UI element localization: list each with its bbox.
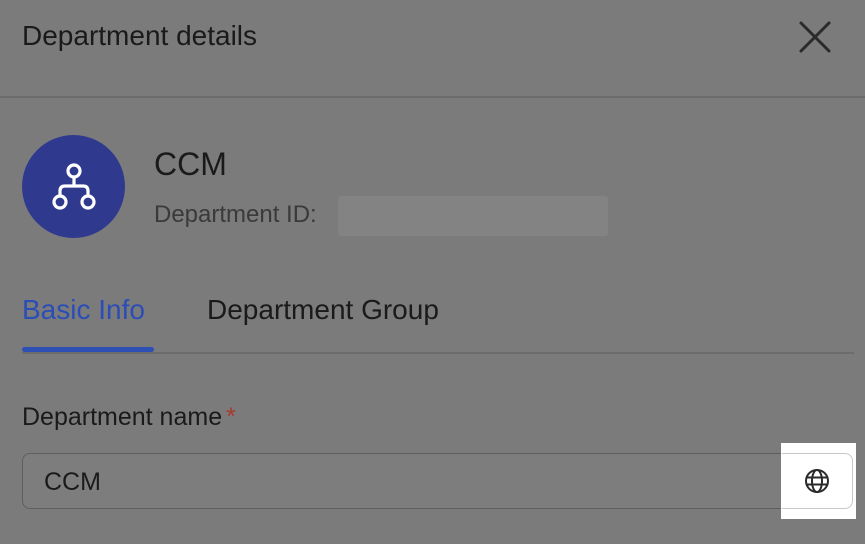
- department-name-label: Department name *: [22, 403, 236, 432]
- dialog-title: Department details: [22, 20, 258, 51]
- tab-basic-info[interactable]: Basic Info: [22, 294, 145, 326]
- language-button[interactable]: [782, 453, 853, 509]
- close-icon[interactable]: [796, 18, 834, 56]
- department-name-input-value[interactable]: CCM: [44, 468, 101, 497]
- close-button[interactable]: [796, 18, 834, 56]
- department-id-value-redacted: [338, 196, 608, 236]
- department-avatar: [22, 135, 125, 238]
- org-structure-icon: [51, 162, 96, 210]
- active-tab-indicator: [22, 347, 154, 352]
- department-name-input[interactable]: CCM: [22, 453, 852, 509]
- dialog-header: Department details: [0, 0, 865, 98]
- department-id-label: Department ID:: [154, 201, 317, 228]
- department-name: CCM: [154, 146, 227, 182]
- required-mark: *: [226, 403, 236, 431]
- tab-department-group[interactable]: Department Group: [207, 294, 439, 326]
- department-name-label-text: Department name: [22, 403, 223, 431]
- globe-icon[interactable]: [804, 468, 830, 494]
- tab-bar: Basic Info Department Group: [22, 290, 854, 354]
